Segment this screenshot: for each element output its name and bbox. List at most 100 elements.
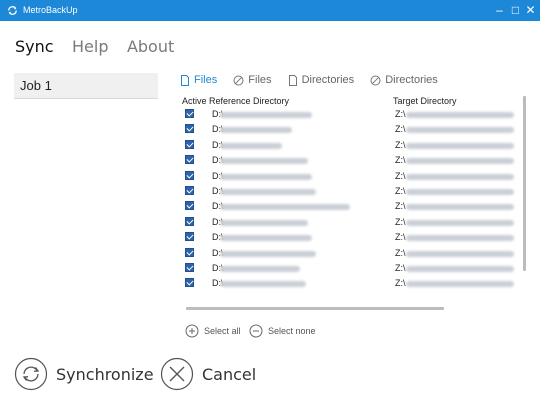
active-checkbox[interactable] [185, 232, 194, 242]
horizontal-scrollbar[interactable] [186, 307, 444, 310]
redacted-path-text [220, 158, 308, 165]
active-checkbox[interactable] [185, 170, 194, 180]
redacted-path-text [406, 281, 514, 288]
synchronize-label: Synchronize [56, 364, 154, 384]
minimize-button[interactable]: – [492, 2, 507, 18]
target-path: Z:\ [395, 186, 406, 196]
tab-exclude-files[interactable]: Files [233, 74, 272, 86]
column-header-reference[interactable]: Reference Directory [209, 96, 289, 106]
job-name-input[interactable] [14, 73, 158, 99]
active-checkbox[interactable] [185, 247, 194, 257]
redacted-path-text [220, 112, 312, 118]
redacted-path-text [406, 235, 514, 242]
table-row[interactable]: D:\ Z:\ [182, 262, 522, 274]
tab-include-directories-label: Directories [301, 74, 355, 86]
table-header: Active Reference Directory Target Direct… [182, 95, 526, 107]
tab-exclude-files-label: Files [248, 74, 272, 86]
active-checkbox[interactable] [185, 216, 194, 226]
redacted-path-text [220, 235, 312, 242]
active-checkbox[interactable] [185, 155, 194, 165]
table-row[interactable]: D:\ Z:\ [182, 231, 522, 243]
redacted-path-text [406, 204, 514, 211]
target-path: Z:\ [395, 247, 406, 258]
block-icon [370, 75, 381, 85]
tab-exclude-directories[interactable]: Directories [370, 74, 438, 86]
active-checkbox[interactable] [185, 263, 194, 272]
select-all-button[interactable]: Select all [185, 324, 241, 338]
active-checkbox[interactable] [185, 139, 194, 149]
nav-sync[interactable]: Sync [15, 37, 54, 56]
target-path: Z:\ [395, 124, 406, 135]
tab-exclude-directories-label: Directories [385, 74, 438, 86]
redacted-path-text [406, 219, 514, 226]
target-path: Z:\ [395, 216, 406, 227]
close-circle-icon [160, 357, 194, 391]
table-row[interactable]: D:\ Z:\ [182, 154, 522, 166]
block-icon [233, 75, 244, 85]
tab-include-files-label: Files [194, 74, 218, 86]
redacted-path-text [406, 250, 514, 257]
target-path: Z:\ [395, 109, 406, 119]
directory-table: Active Reference Directory Target Direct… [182, 95, 526, 311]
active-checkbox[interactable] [185, 124, 194, 134]
nav-about[interactable]: About [127, 37, 174, 56]
redacted-path-text [406, 112, 514, 118]
redacted-path-text [220, 219, 308, 226]
select-none-label: Select none [268, 326, 316, 336]
cancel-label: Cancel [202, 364, 257, 384]
target-path: Z:\ [395, 139, 406, 150]
close-button[interactable]: ✕ [523, 2, 538, 18]
redacted-path-text [406, 127, 514, 134]
sync-icon [8, 6, 17, 15]
target-path: Z:\ [395, 170, 406, 181]
sync-circle-icon [14, 357, 48, 391]
table-row[interactable]: D:\ Z:\ [182, 247, 522, 259]
main-nav: Sync Help About [15, 37, 188, 61]
tab-include-directories[interactable]: Directories [288, 74, 355, 86]
redacted-path-text [220, 250, 316, 257]
column-header-target[interactable]: Target Directory [393, 96, 457, 106]
redacted-path-text [406, 158, 514, 165]
redacted-path-text [220, 127, 292, 134]
select-all-label: Select all [204, 326, 241, 336]
cancel-button[interactable]: Cancel [160, 357, 256, 391]
title-bar: MetroBackUp – □ ✕ [0, 0, 540, 21]
redacted-path-text [406, 266, 514, 272]
redacted-path-text [406, 189, 514, 195]
redacted-path-text [220, 266, 300, 272]
target-path: Z:\ [395, 232, 406, 243]
target-path: Z:\ [395, 201, 406, 212]
table-row[interactable]: D:\ Z:\ [182, 123, 522, 135]
redacted-path-text [220, 189, 316, 195]
active-checkbox[interactable] [185, 278, 194, 288]
synchronize-button[interactable]: Synchronize [14, 357, 154, 391]
active-checkbox[interactable] [185, 109, 194, 118]
redacted-path-text [220, 204, 350, 211]
active-checkbox[interactable] [185, 186, 194, 195]
table-row[interactable]: D:\ Z:\ [182, 185, 522, 197]
plus-circle-icon [185, 324, 199, 338]
active-checkbox[interactable] [185, 201, 194, 211]
table-row[interactable]: D:\ Z:\ [182, 277, 522, 289]
table-row[interactable]: D:\ Z:\ [182, 108, 522, 120]
select-none-button[interactable]: Select none [249, 324, 316, 338]
nav-help[interactable]: Help [72, 37, 108, 56]
file-icon [181, 74, 189, 86]
target-path: Z:\ [395, 278, 406, 289]
table-row[interactable]: D:\ Z:\ [182, 200, 522, 212]
table-row[interactable]: D:\ Z:\ [182, 139, 522, 151]
table-row[interactable]: D:\ Z:\ [182, 170, 522, 182]
window-title: MetroBackUp [23, 5, 78, 15]
redacted-path-text [406, 173, 514, 180]
redacted-path-text [406, 142, 514, 149]
filter-tabs: Files Files Directories Directories [180, 74, 451, 90]
redacted-path-text [220, 142, 282, 149]
maximize-button[interactable]: □ [508, 2, 523, 18]
redacted-path-text [220, 281, 306, 288]
minus-circle-icon [249, 324, 263, 338]
table-row[interactable]: D:\ Z:\ [182, 216, 522, 228]
column-header-active[interactable]: Active [182, 96, 207, 106]
tab-include-files[interactable]: Files [180, 74, 217, 86]
vertical-scrollbar[interactable] [523, 96, 526, 271]
folder-icon [288, 74, 297, 86]
